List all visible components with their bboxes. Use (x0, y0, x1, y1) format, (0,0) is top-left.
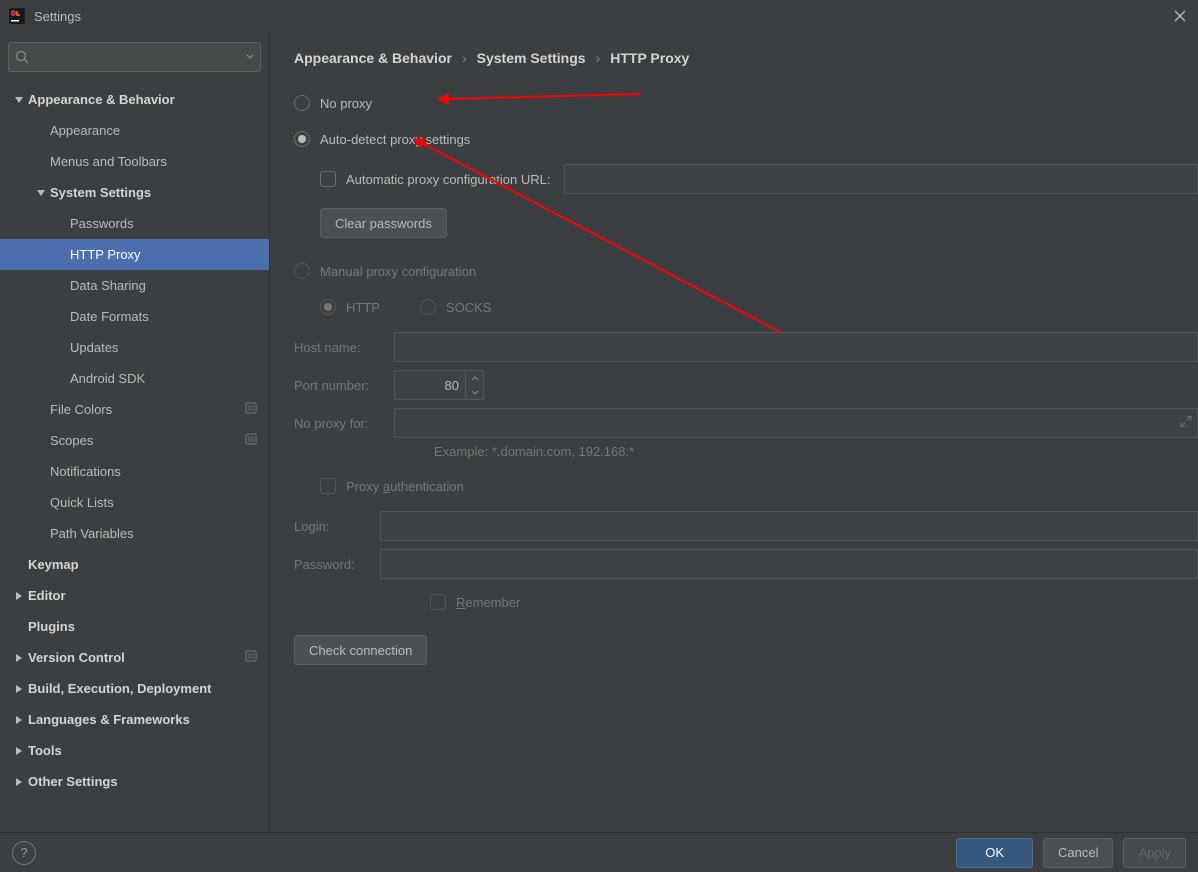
project-badge-icon (245, 402, 257, 417)
port-number-label: Port number: (294, 378, 394, 393)
password-input[interactable] (380, 549, 1198, 579)
content-pane: Appearance & Behavior › System Settings … (270, 32, 1198, 832)
socks-radio[interactable]: SOCKS (420, 292, 492, 322)
host-name-label: Host name: (294, 340, 394, 355)
sidebar-item-scopes[interactable]: Scopes (0, 425, 269, 456)
password-label: Password: (294, 557, 380, 572)
radio-icon (294, 263, 310, 279)
settings-tree: Appearance & Behavior Appearance Menus a… (0, 80, 269, 832)
login-label: Login: (294, 519, 380, 534)
checkbox-icon (320, 478, 336, 494)
chevron-right-icon: › (596, 50, 601, 66)
login-input[interactable] (380, 511, 1198, 541)
cancel-button[interactable]: Cancel (1043, 838, 1113, 868)
search-icon (15, 50, 29, 64)
project-badge-icon (245, 650, 257, 665)
no-proxy-example: Example: *.domain.com, 192.168.* (434, 444, 1198, 459)
auto-url-input[interactable] (564, 164, 1198, 194)
chevron-right-icon: › (462, 50, 467, 66)
radio-icon (294, 131, 310, 147)
ok-button[interactable]: OK (956, 838, 1033, 868)
sidebar-item-system-settings[interactable]: System Settings (0, 177, 269, 208)
check-connection-button[interactable]: Check connection (294, 635, 427, 665)
sidebar-item-version-control[interactable]: Version Control (0, 642, 269, 673)
sidebar-item-notifications[interactable]: Notifications (0, 456, 269, 487)
sidebar-item-passwords[interactable]: Passwords (0, 208, 269, 239)
sidebar-item-tools[interactable]: Tools (0, 735, 269, 766)
titlebar: Settings (0, 0, 1198, 32)
host-name-input[interactable] (394, 332, 1198, 362)
spinner-icon[interactable] (465, 371, 483, 399)
app-icon (8, 7, 26, 25)
chevron-down-icon (246, 52, 254, 62)
sidebar-item-plugins[interactable]: Plugins (0, 611, 269, 642)
sidebar-item-quick-lists[interactable]: Quick Lists (0, 487, 269, 518)
sidebar-item-languages[interactable]: Languages & Frameworks (0, 704, 269, 735)
close-icon[interactable] (1170, 6, 1190, 26)
breadcrumb-item[interactable]: System Settings (477, 50, 586, 66)
sidebar-item-menus-toolbars[interactable]: Menus and Toolbars (0, 146, 269, 177)
auto-detect-radio[interactable]: Auto-detect proxy settings (294, 124, 1198, 154)
sidebar-item-file-colors[interactable]: File Colors (0, 394, 269, 425)
no-proxy-for-label: No proxy for: (294, 416, 394, 431)
breadcrumb-item: HTTP Proxy (610, 50, 689, 66)
sidebar-item-build[interactable]: Build, Execution, Deployment (0, 673, 269, 704)
sidebar-item-date-formats[interactable]: Date Formats (0, 301, 269, 332)
button-bar: ? OK Cancel Apply (0, 832, 1198, 872)
clear-passwords-button[interactable]: Clear passwords (320, 208, 447, 238)
sidebar-item-updates[interactable]: Updates (0, 332, 269, 363)
sidebar-item-other-settings[interactable]: Other Settings (0, 766, 269, 797)
sidebar-item-appearance-behavior[interactable]: Appearance & Behavior (0, 84, 269, 115)
window-title: Settings (34, 9, 81, 24)
port-number-input[interactable] (394, 370, 484, 400)
sidebar-item-keymap[interactable]: Keymap (0, 549, 269, 580)
remember-checkbox[interactable]: Remember (430, 587, 1198, 617)
http-radio[interactable]: HTTP (320, 292, 380, 322)
sidebar-item-android-sdk[interactable]: Android SDK (0, 363, 269, 394)
sidebar-item-path-variables[interactable]: Path Variables (0, 518, 269, 549)
sidebar-item-editor[interactable]: Editor (0, 580, 269, 611)
no-proxy-radio[interactable]: No proxy (294, 88, 1198, 118)
manual-proxy-radio[interactable]: Manual proxy configuration (294, 256, 1198, 286)
sidebar-item-data-sharing[interactable]: Data Sharing (0, 270, 269, 301)
breadcrumb-item[interactable]: Appearance & Behavior (294, 50, 452, 66)
no-proxy-for-input[interactable] (394, 408, 1198, 438)
sidebar: Appearance & Behavior Appearance Menus a… (0, 32, 270, 832)
search-input[interactable] (8, 42, 261, 72)
sidebar-item-http-proxy[interactable]: HTTP Proxy (0, 239, 269, 270)
auto-url-checkbox[interactable]: Automatic proxy configuration URL: (320, 164, 1198, 194)
radio-icon (320, 299, 336, 315)
apply-button[interactable]: Apply (1123, 838, 1186, 868)
help-button[interactable]: ? (12, 841, 36, 865)
sidebar-item-appearance[interactable]: Appearance (0, 115, 269, 146)
sidebar-label: Appearance & Behavior (28, 92, 175, 107)
breadcrumb: Appearance & Behavior › System Settings … (294, 50, 1198, 66)
project-badge-icon (245, 433, 257, 448)
expand-icon[interactable] (1180, 416, 1192, 431)
radio-icon (294, 95, 310, 111)
checkbox-icon (320, 171, 336, 187)
checkbox-icon (430, 594, 446, 610)
proxy-auth-checkbox[interactable]: Proxy authentication (320, 471, 1198, 501)
radio-icon (420, 299, 436, 315)
